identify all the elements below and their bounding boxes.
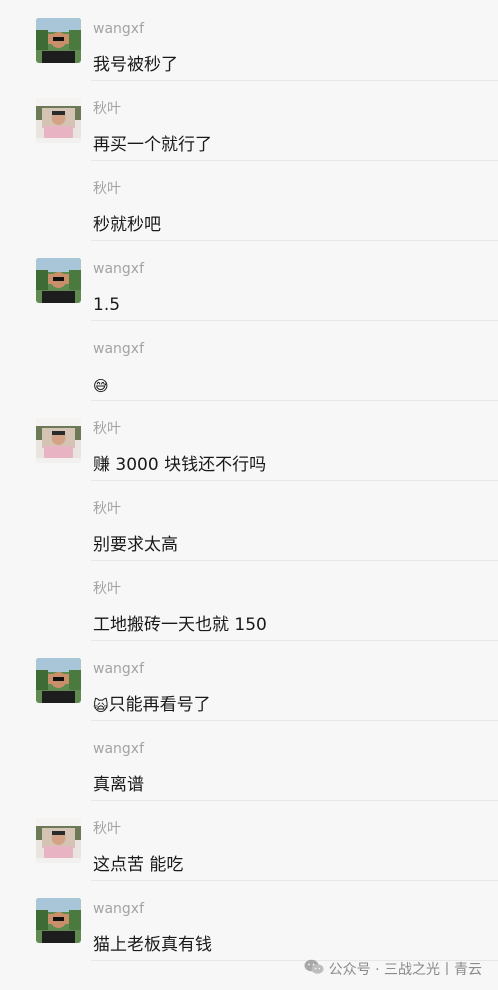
avatar-qiuye xyxy=(36,98,81,143)
message-text-body: 只能再看号了 xyxy=(108,695,211,715)
sender-name: 秋叶 xyxy=(93,821,121,837)
avatar[interactable] xyxy=(36,18,81,63)
sender-name: 秋叶 xyxy=(93,421,121,437)
avatar-qiuye xyxy=(36,418,81,463)
avatar-qiuye xyxy=(36,818,81,863)
avatar-wangxf xyxy=(36,898,81,943)
wechat-icon xyxy=(304,959,324,979)
watermark: 公众号 · 三战之光丨青云 xyxy=(304,959,482,979)
message-item[interactable]: wangxf 🙀只能再看号了 xyxy=(0,640,498,721)
message-item[interactable]: 秋叶 别要求太高 xyxy=(0,480,498,561)
message-item[interactable]: wangxf 😅 xyxy=(0,320,498,401)
sender-name: 秋叶 xyxy=(93,581,121,597)
message-item[interactable]: wangxf 猫上老板真有钱 xyxy=(0,880,498,961)
message-item[interactable]: 秋叶 赚 3000 块钱还不行吗 xyxy=(0,400,498,481)
sender-name: wangxf xyxy=(93,661,145,677)
message-text: 1.5 xyxy=(93,295,121,315)
message-text: 😅 xyxy=(93,373,109,397)
message-item[interactable]: wangxf 1.5 xyxy=(0,240,498,321)
message-item[interactable]: 秋叶 秒就秒吧 xyxy=(0,160,498,241)
sender-name: wangxf xyxy=(93,21,145,37)
sender-name: 秋叶 xyxy=(93,101,121,117)
message-text: 再买一个就行了 xyxy=(93,135,212,155)
sender-name: 秋叶 xyxy=(93,501,121,517)
sender-name: wangxf xyxy=(93,901,145,917)
message-item[interactable]: 秋叶 再买一个就行了 xyxy=(0,80,498,161)
message-text: 这点苦 能吃 xyxy=(93,855,184,875)
avatar[interactable] xyxy=(36,258,81,303)
avatar[interactable] xyxy=(36,898,81,943)
avatar-wangxf xyxy=(36,658,81,703)
message-text: 工地搬砖一天也就 150 xyxy=(93,615,267,635)
avatar[interactable] xyxy=(36,98,81,143)
message-text: 🙀只能再看号了 xyxy=(93,693,211,717)
message-text: 真离谱 xyxy=(93,775,144,795)
watermark-text: 公众号 · 三战之光丨青云 xyxy=(328,962,482,978)
message-text: 猫上老板真有钱 xyxy=(93,935,212,955)
sender-name: 秋叶 xyxy=(93,181,121,197)
message-item[interactable]: 秋叶 这点苦 能吃 xyxy=(0,800,498,881)
sender-name: wangxf xyxy=(93,741,145,757)
message-text: 秒就秒吧 xyxy=(93,215,161,235)
message-item[interactable]: wangxf 我号被秒了 xyxy=(0,0,498,81)
message-text: 我号被秒了 xyxy=(93,55,178,75)
message-item[interactable]: wangxf 真离谱 xyxy=(0,720,498,801)
avatar[interactable] xyxy=(36,418,81,463)
avatar[interactable] xyxy=(36,658,81,703)
message-text: 别要求太高 xyxy=(93,535,178,555)
avatar[interactable] xyxy=(36,818,81,863)
avatar-wangxf xyxy=(36,258,81,303)
avatar-wangxf xyxy=(36,18,81,63)
sender-name: wangxf xyxy=(93,261,145,277)
sweat-smile-emoji: 😅 xyxy=(93,377,109,395)
sender-name: wangxf xyxy=(93,341,145,357)
message-text: 赚 3000 块钱还不行吗 xyxy=(93,455,267,475)
cat-emoji: 🙀 xyxy=(93,697,109,715)
message-item[interactable]: 秋叶 工地搬砖一天也就 150 xyxy=(0,560,498,641)
